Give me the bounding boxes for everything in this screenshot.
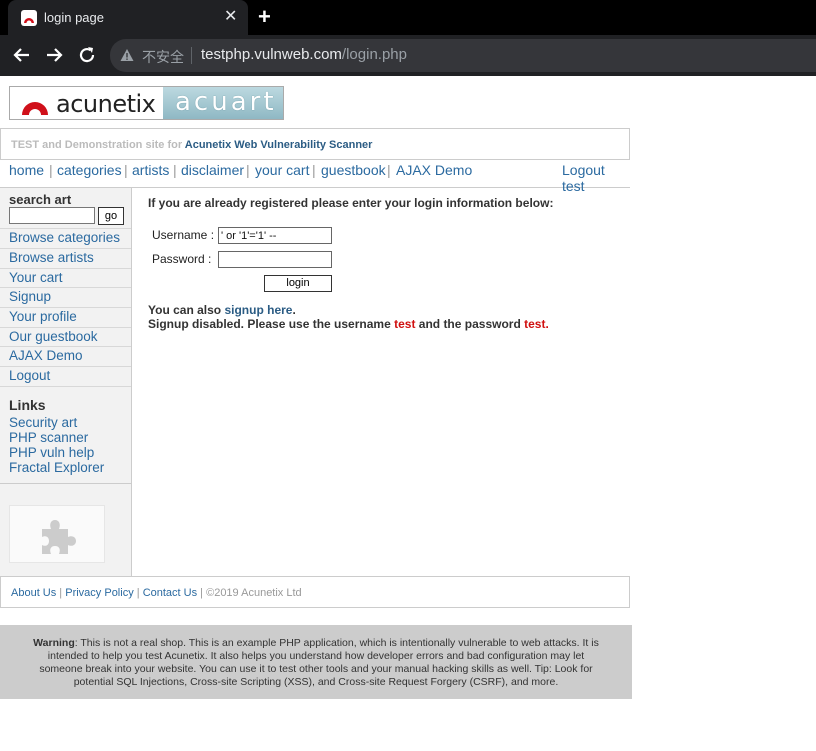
nav-guestbook[interactable]: guestbook [321,162,386,178]
sidebar-item-your-cart[interactable]: Your cart [0,268,131,288]
omnibox-divider [191,47,192,64]
web-page: acunetix acuart TEST and Demonstration s… [0,76,816,751]
browser-toolbar: 不安全 testphp.vulnweb.com/login.php [0,35,816,76]
favicon-icon [21,10,37,26]
nav-your-cart[interactable]: your cart [255,162,309,178]
sidebar: search art go Browse categories Browse a… [0,188,132,576]
close-icon[interactable]: ✕ [224,7,237,27]
nav-categories[interactable]: categories [57,162,122,178]
username-field[interactable] [218,227,332,244]
link-security-art[interactable]: Security art [9,415,77,430]
username-label: Username : [152,228,215,242]
links-heading: Links [9,397,46,413]
signup-disabled-message: Signup disabled. Please use the username… [148,317,549,331]
reload-icon[interactable] [75,43,99,67]
link-php-scanner[interactable]: PHP scanner [9,430,88,445]
site-banner: TEST and Demonstration site for Acunetix… [0,128,630,160]
security-status[interactable]: 不安全 [142,47,184,67]
sidebar-divider [0,483,131,484]
sidebar-divider [0,386,131,387]
browser-tab-strip: login page ✕ + [0,0,816,35]
acunetix-logo: acunetix [10,87,163,119]
password-label: Password : [152,252,212,266]
tab-title: login page [44,10,104,25]
acunetix-mark-icon [22,102,48,115]
sidebar-item-browse-artists[interactable]: Browse artists [0,248,131,268]
back-icon[interactable] [10,43,34,67]
logo-text: acunetix [56,90,156,118]
sidebar-item-signup[interactable]: Signup [0,287,131,307]
username-hint: test [394,317,416,331]
nav-separator: | [387,162,391,178]
top-navigation: home | categories | artists | disclaimer… [0,160,630,194]
site-footer: About Us | Privacy Policy | Contact Us |… [0,576,630,608]
sidebar-item-browse-categories[interactable]: Browse categories [0,228,131,248]
sidebar-item-our-guestbook[interactable]: Our guestbook [0,327,131,347]
url-text[interactable]: testphp.vulnweb.com/login.php [201,46,407,63]
banner-text: TEST and Demonstration site for Acunetix… [11,139,373,151]
footer-about-link[interactable]: About Us [11,587,56,599]
link-php-vuln-help[interactable]: PHP vuln help [9,445,94,460]
nav-disclaimer[interactable]: disclaimer [181,162,244,178]
nav-separator: | [124,162,128,178]
nav-separator: | [312,162,316,178]
new-tab-button[interactable]: + [258,5,271,29]
footer-contact-link[interactable]: Contact Us [143,587,197,599]
search-go-button[interactable]: go [98,207,124,225]
sidebar-item-ajax-demo[interactable]: AJAX Demo [0,346,131,366]
password-field[interactable] [218,251,332,268]
login-intro: If you are already registered please ent… [148,196,554,210]
login-button[interactable]: login [264,275,332,292]
footer-privacy-link[interactable]: Privacy Policy [65,587,133,599]
nav-separator: | [246,162,250,178]
warning-box: Warning: This is not a real shop. This i… [0,625,632,699]
logo-brand-text: acuart [175,87,277,117]
warning-text: Warning: This is not a real shop. This i… [33,637,599,688]
site-logo[interactable]: acunetix acuart [9,86,284,120]
nav-home[interactable]: home [9,162,44,178]
link-fractal-explorer[interactable]: Fractal Explorer [9,460,104,475]
search-input[interactable] [9,207,95,224]
banner-link[interactable]: Acunetix Web Vulnerability Scanner [185,139,373,151]
acuart-logo: acuart [163,87,283,119]
sidebar-item-your-profile[interactable]: Your profile [0,307,131,327]
sidebar-item-logout[interactable]: Logout [0,366,131,386]
copyright-text: ©2019 Acunetix Ltd [206,587,302,599]
nav-separator: | [173,162,177,178]
nav-logout[interactable]: Logout test [562,162,630,194]
puzzle-icon [42,520,76,554]
address-bar[interactable]: 不安全 testphp.vulnweb.com/login.php [110,39,816,72]
nav-ajax-demo[interactable]: AJAX Demo [396,162,472,178]
search-label: search art [9,192,72,207]
browser-tab[interactable]: login page ✕ [8,0,248,35]
warning-icon[interactable] [120,48,134,67]
signup-message: You can also signup here. [148,303,296,317]
forward-icon[interactable] [42,43,66,67]
nav-separator: | [49,162,53,178]
password-hint: test [524,317,546,331]
plugin-placeholder [9,505,105,563]
signup-link[interactable]: signup here [224,303,292,317]
nav-artists[interactable]: artists [132,162,169,178]
